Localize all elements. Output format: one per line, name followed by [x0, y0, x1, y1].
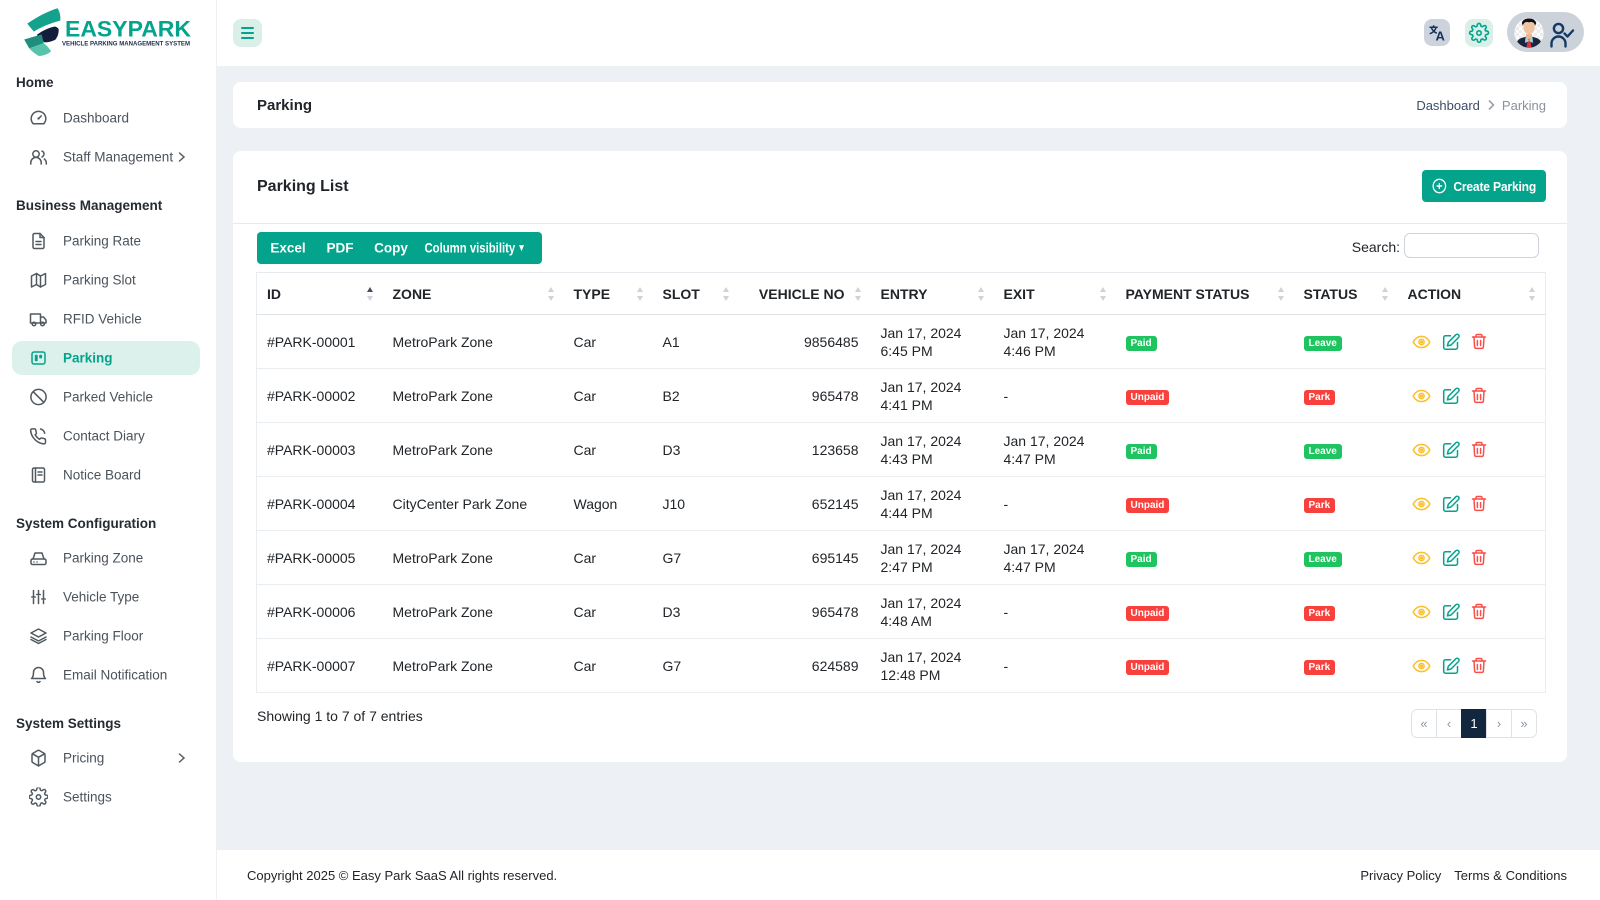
svg-text:EASYPARK: EASYPARK [65, 17, 191, 42]
svg-text:VEHICLE PARKING MANAGEMENT SYS: VEHICLE PARKING MANAGEMENT SYSTEM [62, 41, 190, 48]
svg-text:A: A [1436, 29, 1446, 44]
